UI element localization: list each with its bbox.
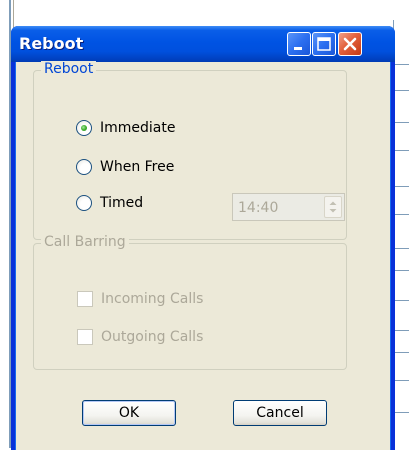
timed-time-value: 14:40 [238,200,279,216]
checkbox[interactable] [77,329,93,345]
background-row-line [394,270,409,271]
radio-immediate-label: Immediate [100,120,176,136]
reboot-group-label: Reboot [41,61,97,77]
checkbox-incoming-calls-label: Incoming Calls [101,291,204,307]
background-row-line [394,352,409,353]
title-bar[interactable]: Reboot [11,26,395,62]
radio-immediate[interactable]: Immediate [76,118,175,138]
background-row-line [394,380,409,381]
timed-time-spinner[interactable]: 14:40 [232,193,345,221]
radio-timed-label: Timed [100,195,144,211]
ok-button[interactable]: OK [82,400,176,426]
radio-button[interactable] [76,120,92,136]
background-row-line [394,300,409,301]
radio-when-free-label: When Free [100,159,175,175]
close-icon [343,37,357,51]
background-row-line [394,122,409,123]
background-row-line [394,248,409,249]
radio-button[interactable] [76,159,92,175]
radio-timed[interactable]: Timed [76,193,143,213]
radio-selected-dot [81,125,87,131]
background-row-line [394,90,409,91]
close-button[interactable] [338,32,362,56]
checkbox[interactable] [77,291,93,307]
checkbox-outgoing-calls-label: Outgoing Calls [101,329,204,345]
maximize-icon [317,37,331,51]
minimize-icon [294,47,302,50]
checkbox-incoming-calls[interactable]: Incoming Calls [77,289,203,309]
background-row-line [394,330,409,331]
call-barring-group-label: Call Barring [41,234,129,250]
radio-button[interactable] [76,195,92,211]
background-row-line [394,150,409,151]
spinner-buttons[interactable] [324,196,342,218]
maximize-button[interactable] [312,32,336,56]
background-row-line [394,186,409,187]
background-row-line [394,64,409,65]
checkbox-outgoing-calls[interactable]: Outgoing Calls [77,327,203,347]
minimize-button[interactable] [287,32,311,56]
spinner-up-down-icon [329,201,337,213]
background-row-line [394,214,409,215]
cancel-button[interactable]: Cancel [233,400,327,426]
background-row-line [394,412,409,413]
radio-when-free[interactable]: When Free [76,157,174,177]
dialog-title: Reboot [19,34,84,53]
